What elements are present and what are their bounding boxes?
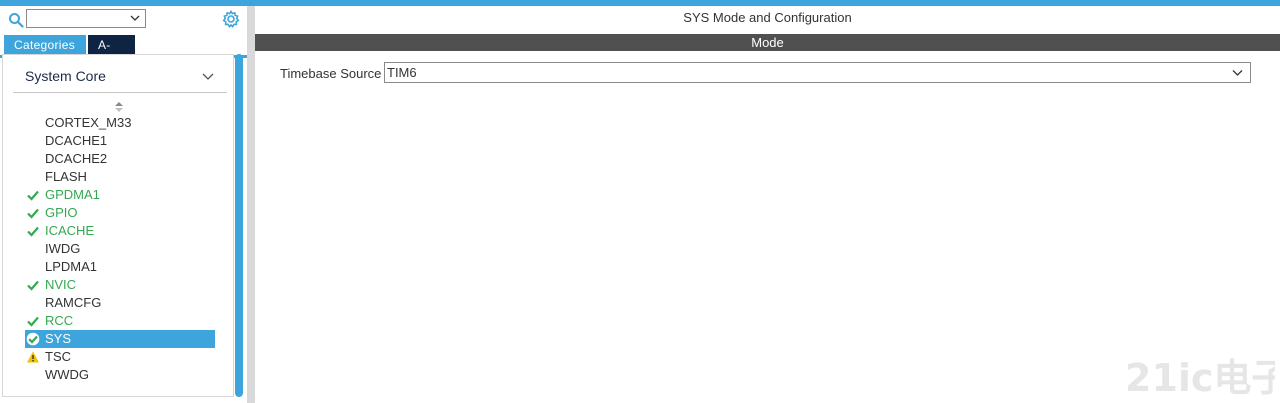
ip-item-label: NVIC	[45, 277, 77, 292]
ip-item-sys[interactable]: SYS	[25, 330, 215, 348]
view-tabs: Categories A->Z	[4, 35, 135, 72]
timebase-source-value: TIM6	[387, 65, 417, 80]
search-combo[interactable]	[26, 9, 146, 28]
ip-item-label: IWDG	[45, 241, 81, 256]
ip-item-gpio[interactable]: GPIO	[25, 204, 215, 222]
ip-item-wwdg[interactable]: WWDG	[25, 366, 215, 384]
category-label: System Core	[25, 68, 106, 84]
ip-item-label: DCACHE1	[45, 133, 108, 148]
mode-section-header[interactable]: Mode	[255, 34, 1280, 51]
ip-item-nvic[interactable]: NVIC	[25, 276, 215, 294]
ip-list: CORTEX_M33 DCACHE1 DCACHE2 FLASH GPDMA1 GPIO I…	[25, 114, 215, 384]
ip-item-label: WWDG	[45, 367, 90, 382]
ip-item-label: ICACHE	[45, 223, 95, 238]
ip-item-icache[interactable]: ICACHE	[25, 222, 215, 240]
category-dropdown[interactable]: System Core	[13, 64, 227, 93]
ip-item-label: GPDMA1	[45, 187, 100, 202]
ip-item-dcache2[interactable]: DCACHE2	[25, 150, 215, 168]
chevron-down-icon[interactable]	[201, 69, 215, 83]
timebase-source-label: Timebase Source	[280, 66, 382, 81]
check-icon	[27, 316, 39, 327]
ip-item-label: RCC	[45, 313, 74, 328]
sort-icon[interactable]	[113, 100, 125, 114]
tab-a-to-z[interactable]: A->Z	[88, 35, 135, 72]
search-icon[interactable]	[8, 12, 24, 28]
ip-item-label: SYS	[45, 331, 72, 346]
panel-splitter[interactable]	[247, 6, 255, 403]
ip-item-label: FLASH	[45, 169, 87, 184]
ip-item-tsc[interactable]: TSC	[25, 348, 215, 366]
check-icon	[27, 190, 39, 201]
check-icon	[27, 208, 39, 219]
ip-item-label: LPDMA1	[45, 259, 98, 274]
ip-item-rcc[interactable]: RCC	[25, 312, 215, 330]
ip-item-iwdg[interactable]: IWDG	[25, 240, 215, 258]
check-icon	[27, 226, 39, 237]
watermark-logo: 21ic电子网	[1125, 356, 1275, 399]
ip-item-lpdma1[interactable]: LPDMA1	[25, 258, 215, 276]
warning-icon	[27, 351, 39, 363]
tab-categories[interactable]: Categories	[4, 35, 86, 55]
ip-item-label: CORTEX_M33	[45, 115, 132, 130]
ip-item-ramcfg[interactable]: RAMCFG	[25, 294, 215, 312]
right-panel: SYS Mode and Configuration Mode Timebase…	[255, 6, 1280, 403]
panel-title: SYS Mode and Configuration	[683, 10, 852, 25]
vertical-scrollbar[interactable]	[235, 54, 243, 397]
timebase-source-select[interactable]: TIM6	[384, 62, 1251, 83]
check-icon	[27, 280, 39, 291]
ip-item-label: DCACHE2	[45, 151, 108, 166]
ip-item-label: RAMCFG	[45, 295, 102, 310]
ip-item-cortex-m33[interactable]: CORTEX_M33	[25, 114, 215, 132]
ip-item-label: TSC	[45, 349, 71, 364]
chevron-down-icon[interactable]	[129, 12, 141, 24]
ip-item-dcache1[interactable]: DCACHE1	[25, 132, 215, 150]
gear-icon[interactable]	[222, 10, 240, 28]
watermark-text: 21ic电子网	[1125, 356, 1275, 399]
check-icon	[26, 332, 40, 346]
ip-item-label: GPIO	[45, 205, 78, 220]
ip-item-gpdma1[interactable]: GPDMA1	[25, 186, 215, 204]
chevron-down-icon[interactable]	[1231, 66, 1244, 79]
ip-item-flash[interactable]: FLASH	[25, 168, 215, 186]
